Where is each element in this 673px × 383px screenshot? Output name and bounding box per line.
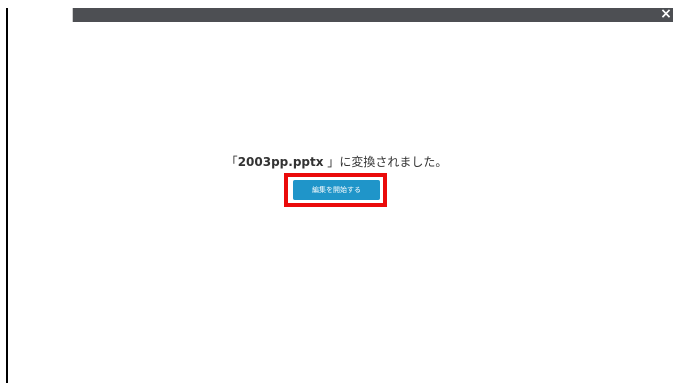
- conversion-message: 「2003pp.pptx 」に変換されました。: [0, 154, 673, 170]
- converted-filename: 2003pp.pptx: [237, 155, 324, 169]
- window-left-border: [6, 8, 8, 383]
- message-open-bracket: 「: [225, 155, 238, 169]
- dialog-window: × 「2003pp.pptx 」に変換されました。 編集を開始する: [0, 0, 673, 383]
- message-close-bracket: 」: [323, 155, 340, 169]
- close-icon[interactable]: ×: [659, 6, 673, 22]
- message-suffix: に変換されました。: [339, 155, 448, 169]
- start-editing-button[interactable]: 編集を開始する: [293, 180, 380, 200]
- title-tab[interactable]: [8, 8, 73, 22]
- title-bar: ×: [8, 6, 673, 22]
